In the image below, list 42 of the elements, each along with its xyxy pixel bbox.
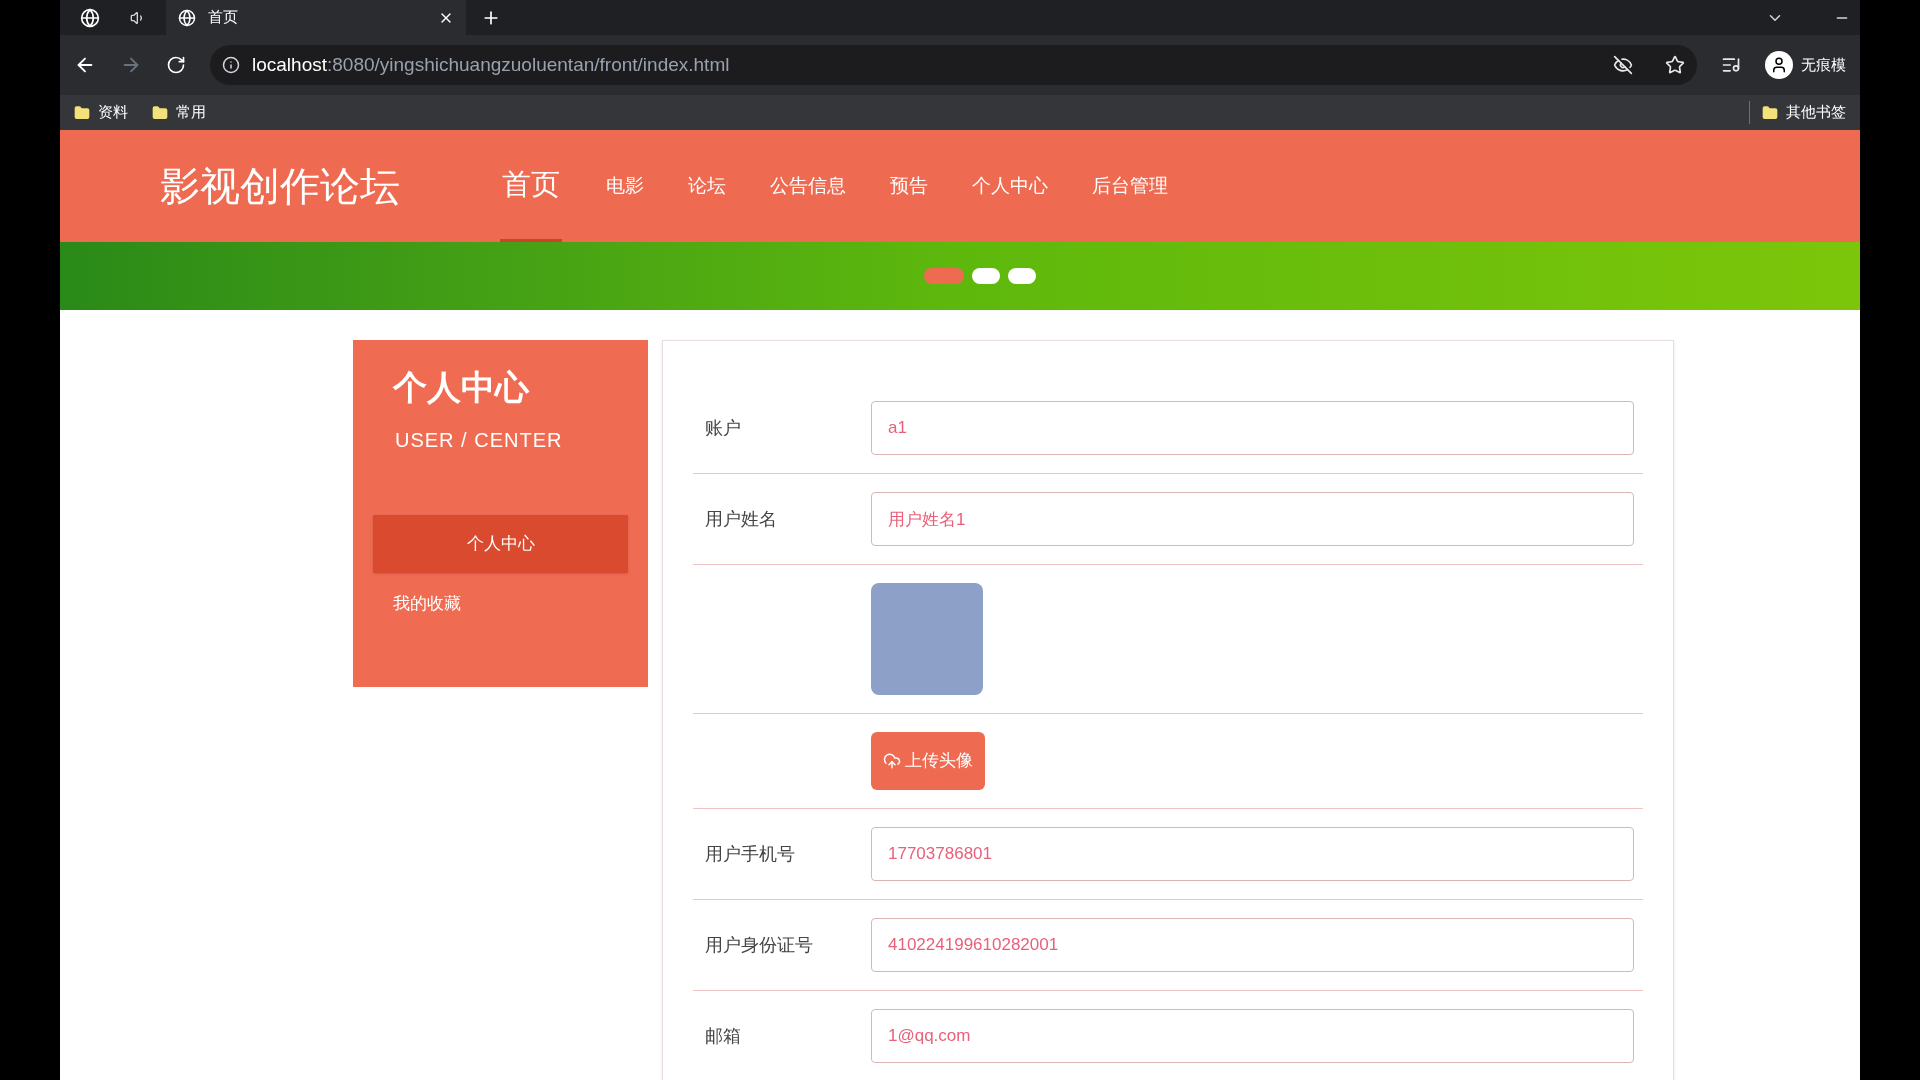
field-label: 邮箱 [705, 1024, 742, 1048]
globe-icon [178, 8, 196, 27]
sidebar-item[interactable]: 个人中心 [373, 515, 628, 573]
field-label: 账户 [705, 416, 742, 440]
url-text: localhost:8080/yingshichuangzuoluentan/front/index.html [252, 52, 730, 77]
input-field[interactable]: 17703786801 [871, 827, 1634, 881]
sidebar-subtitle: USER / CENTER [395, 428, 564, 453]
field-label: 用户手机号 [705, 842, 796, 866]
folder-icon [1762, 104, 1778, 121]
star-icon[interactable] [1665, 55, 1685, 75]
upload-button[interactable]: 上传头像 [871, 732, 985, 790]
nav-link[interactable]: 后台管理 [1092, 171, 1168, 201]
cloud-upload-icon [883, 752, 901, 770]
field-label: 用户姓名 [705, 507, 778, 531]
profile-label[interactable]: 无痕模 [1801, 53, 1846, 77]
nav-link[interactable]: 公告信息 [770, 171, 846, 201]
nav-link[interactable]: 个人中心 [972, 171, 1048, 201]
playlist-icon[interactable] [1721, 55, 1741, 75]
site-logo[interactable]: 影视创作论坛 [160, 156, 400, 216]
sidebar-item[interactable]: 我的收藏 [373, 579, 628, 629]
tab-title: 首页 [208, 7, 239, 28]
input-field[interactable]: 用户姓名1 [871, 492, 1634, 546]
eye-off-icon[interactable] [1613, 55, 1633, 75]
bookmark[interactable]: 常用 [152, 101, 206, 124]
incognito-avatar-icon[interactable] [1765, 51, 1793, 79]
field-label: 用户身份证号 [705, 933, 814, 957]
folder-icon [74, 104, 90, 121]
globe-icon[interactable] [80, 7, 100, 28]
reload-icon[interactable] [166, 55, 186, 75]
input-field[interactable]: 1@qq.com [871, 1009, 1634, 1063]
nav-link[interactable]: 电影 [606, 171, 644, 201]
browser-tab[interactable]: 首页 [166, 0, 466, 35]
folder-icon [152, 104, 168, 121]
info-icon [222, 56, 240, 74]
sidebar-title: 个人中心 [393, 367, 531, 408]
input-field[interactable]: a1 [871, 401, 1634, 455]
input-field[interactable]: 410224199610282001 [871, 918, 1634, 972]
nav-link[interactable]: 预告 [890, 171, 928, 201]
address-bar[interactable]: localhost:8080/yingshichuangzuoluentan/front/index.html [210, 45, 1697, 85]
nav-link[interactable]: 论坛 [688, 171, 726, 201]
bookmark[interactable]: 资料 [74, 101, 128, 124]
bookmark[interactable]: 其他书签 [1749, 101, 1846, 124]
